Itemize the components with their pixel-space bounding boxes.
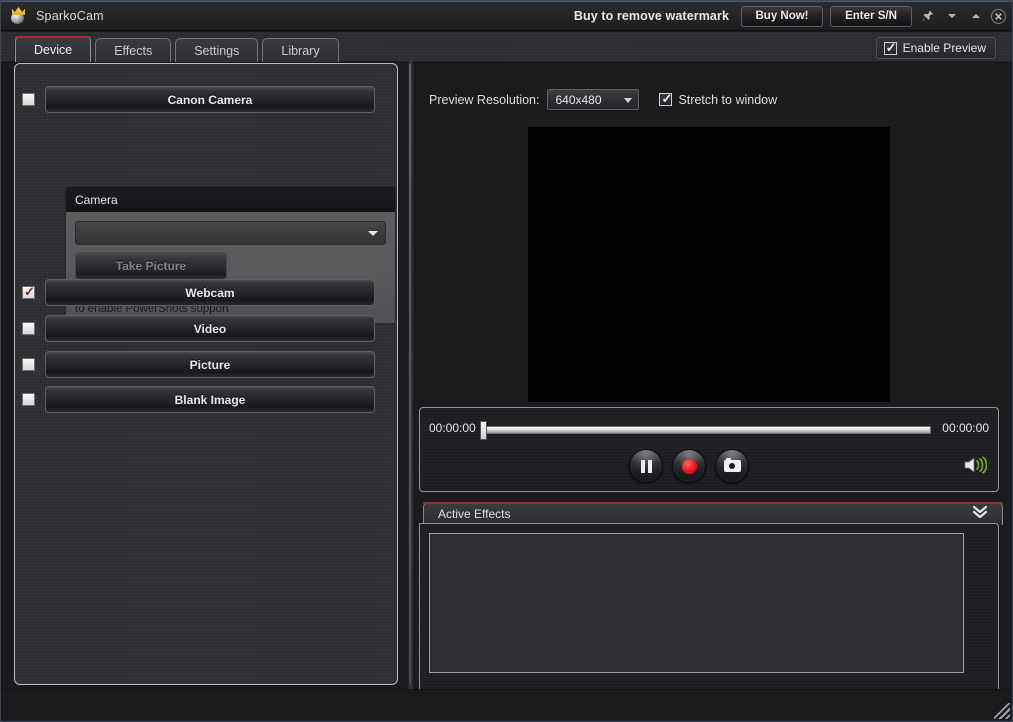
picture-checkbox[interactable]: ✓ (22, 358, 35, 371)
camera-group-title: Camera (66, 187, 395, 212)
status-footer (1, 689, 1012, 721)
video-checkbox[interactable]: ✓ (22, 322, 35, 335)
playback-slider-track[interactable] (482, 426, 931, 434)
main-tabs: Device Effects Settings Library (15, 36, 343, 62)
elapsed-time: 00:00:00 (429, 421, 476, 435)
sparkocam-window: SparkoCam Buy to remove watermark Buy No… (0, 0, 1013, 722)
titlebar-actions: Buy to remove watermark Buy Now! Enter S… (574, 1, 1006, 31)
source-row-canon-camera[interactable]: ✓ Canon Camera (22, 86, 375, 113)
playback-slider-thumb[interactable] (480, 421, 487, 440)
take-picture-button[interactable]: Take Picture (75, 252, 227, 280)
double-chevron-down-icon[interactable] (971, 504, 989, 520)
checkmark-icon: ✓ (661, 91, 673, 106)
title-bar: SparkoCam Buy to remove watermark Buy No… (1, 1, 1012, 31)
checkmark-icon: ✓ (24, 284, 35, 299)
canon-camera-button[interactable]: Canon Camera (45, 86, 375, 113)
source-row-blank-image[interactable]: ✓ Blank Image (22, 386, 375, 413)
speaker-volume-icon[interactable] (963, 455, 988, 475)
blank-image-button[interactable]: Blank Image (45, 386, 375, 413)
total-time: 00:00:00 (942, 421, 989, 435)
tab-effects[interactable]: Effects (95, 38, 172, 62)
minimize-chevron-down-icon[interactable] (943, 8, 960, 25)
camera-device-select[interactable] (75, 221, 386, 245)
preview-resolution-select[interactable]: 640x480 (547, 89, 640, 110)
active-effects-list[interactable] (429, 533, 964, 673)
stretch-to-window-label: Stretch to window (678, 92, 778, 107)
preview-panel: Preview Resolution: 640x480 ✓ Stretch to… (415, 61, 1012, 721)
enable-preview-checkbox-box[interactable]: ✓ (883, 39, 897, 55)
record-button[interactable] (672, 449, 706, 483)
tab-device[interactable]: Device (15, 36, 92, 62)
canon-camera-checkbox[interactable]: ✓ (22, 93, 35, 106)
stretch-to-window-checkbox[interactable]: ✓ Stretch to window (659, 91, 778, 107)
app-icon-crown (12, 7, 25, 15)
watermark-notice: Buy to remove watermark (573, 9, 729, 23)
pin-icon[interactable] (919, 8, 936, 25)
video-preview-area[interactable] (528, 127, 890, 402)
chevron-down-icon (368, 231, 378, 236)
main-tab-strip: Device Effects Settings Library ✓ Enable… (1, 32, 1012, 62)
device-sources-panel: ✓ Canon Camera Camera Take Picture * Ple… (14, 63, 398, 685)
webcam-checkbox[interactable]: ✓ (22, 284, 35, 299)
chevron-down-icon (624, 98, 633, 103)
stretch-to-window-checkbox-box[interactable]: ✓ (659, 91, 673, 106)
webcam-button[interactable]: Webcam (45, 279, 375, 306)
tab-settings[interactable]: Settings (175, 38, 259, 62)
enable-preview-label: Enable Preview (902, 41, 986, 55)
panel-splitter[interactable] (406, 61, 415, 689)
resize-grip-icon[interactable] (994, 703, 1010, 719)
source-row-picture[interactable]: ✓ Picture (22, 351, 375, 378)
preview-resolution-label: Preview Resolution: (429, 92, 540, 107)
blank-image-checkbox[interactable]: ✓ (22, 393, 35, 406)
pause-icon (640, 459, 652, 473)
tab-active-effects[interactable]: Active Effects (423, 502, 1003, 525)
video-button[interactable]: Video (45, 315, 375, 342)
close-icon[interactable] (991, 8, 1006, 24)
main-body: ✓ Canon Camera Camera Take Picture * Ple… (1, 61, 1012, 721)
record-icon (681, 458, 697, 474)
active-effects-tab-strip: Active Effects (419, 501, 1003, 525)
app-title: SparkoCam (36, 8, 104, 23)
camera-group-body: Take Picture * Please run the app in Win… (66, 212, 395, 323)
tab-library[interactable]: Library (262, 38, 339, 62)
picture-button[interactable]: Picture (45, 351, 375, 378)
enable-preview-checkbox[interactable]: ✓ Enable Preview (875, 37, 996, 59)
buy-now-button[interactable]: Buy Now! (741, 5, 823, 27)
checkmark-icon: ✓ (885, 39, 897, 55)
enter-serial-button[interactable]: Enter S/N (830, 5, 912, 27)
preview-resolution-row: Preview Resolution: 640x480 ✓ Stretch to… (429, 89, 777, 110)
preview-resolution-value: 640x480 (555, 92, 602, 107)
app-icon (10, 7, 27, 24)
pause-button[interactable] (629, 449, 663, 483)
restore-chevron-up-icon[interactable] (967, 8, 984, 25)
snapshot-button[interactable] (715, 449, 749, 483)
camera-icon (723, 457, 741, 472)
source-row-webcam[interactable]: ✓ Webcam (22, 279, 375, 306)
source-row-video[interactable]: ✓ Video (22, 315, 375, 342)
splitter-grip (409, 64, 411, 684)
transport-bar: 00:00:00 00:00:00 (419, 407, 999, 492)
